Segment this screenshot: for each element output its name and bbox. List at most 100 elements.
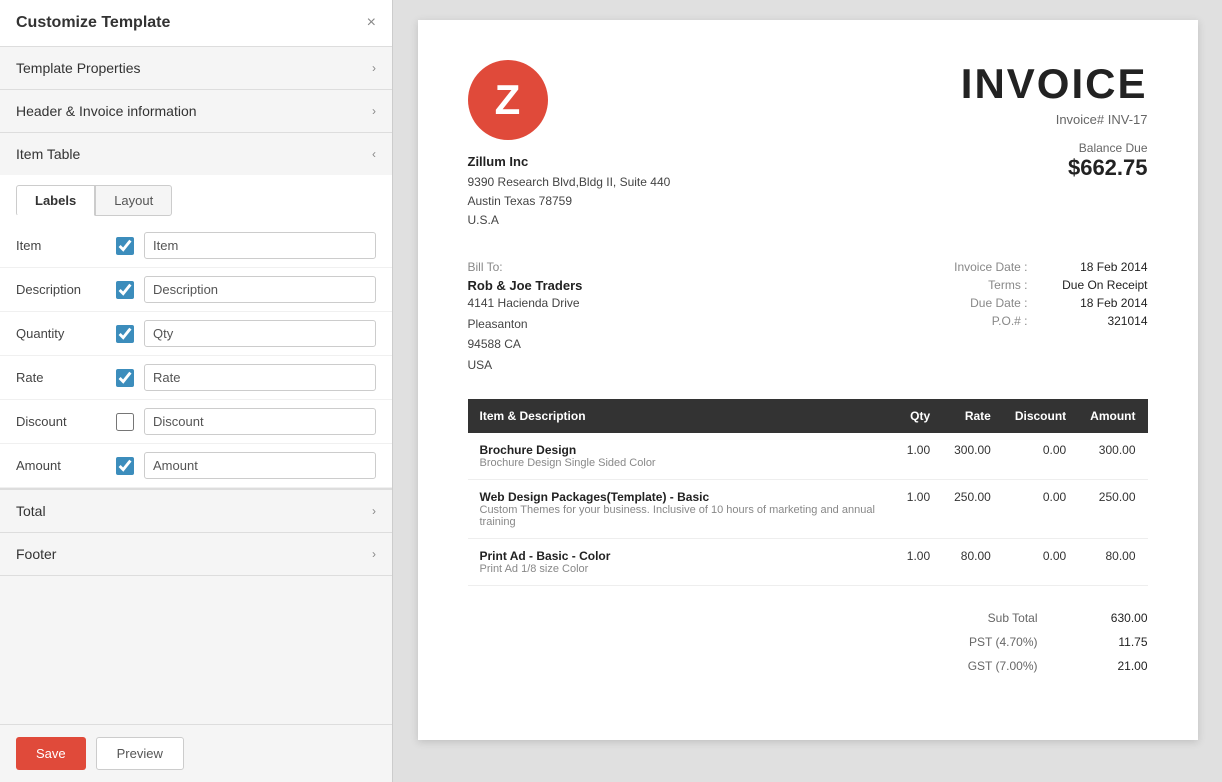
item-description: Print Ad 1/8 size Color	[480, 563, 883, 575]
meta-value: 18 Feb 2014	[1048, 296, 1148, 310]
item-qty: 1.00	[895, 479, 942, 538]
col-header-discount: Discount	[1003, 399, 1078, 433]
field-row-quantity: Quantity	[0, 312, 392, 356]
col-header-rate: Rate	[942, 399, 1003, 433]
checkbox-amount[interactable]	[116, 457, 134, 475]
item-qty: 1.00	[895, 538, 942, 585]
table-body: Brochure Design Brochure Design Single S…	[468, 433, 1148, 586]
field-label-quantity: Quantity	[16, 326, 106, 341]
invoice-title-block: INVOICE Invoice# INV-17 Balance Due $662…	[961, 60, 1148, 181]
invoice-title: INVOICE	[961, 60, 1148, 108]
accordion-label-template-properties: Template Properties	[16, 60, 141, 76]
meta-row: Due Date : 18 Feb 2014	[954, 296, 1147, 310]
checkbox-description[interactable]	[116, 281, 134, 299]
bill-address1: 4141 Hacienda Drive	[468, 293, 583, 313]
input-item[interactable]	[144, 232, 376, 259]
tab-labels[interactable]: Labels	[16, 185, 95, 216]
save-button[interactable]: Save	[16, 737, 86, 770]
company-name: Zillum Inc	[468, 152, 671, 173]
input-discount[interactable]	[144, 408, 376, 435]
chevron-right-icon-footer: ›	[372, 547, 376, 561]
checkbox-quantity[interactable]	[116, 325, 134, 343]
invoice-top: Z Zillum Inc 9390 Research Blvd,Bldg II,…	[468, 60, 1148, 230]
table-row: Print Ad - Basic - Color Print Ad 1/8 si…	[468, 538, 1148, 585]
accordion-body-item-table: Labels Layout Item Description	[0, 175, 392, 488]
total-key: PST (4.70%)	[848, 635, 1038, 649]
bill-address2: Pleasanton	[468, 314, 583, 334]
table-row: Web Design Packages(Template) - Basic Cu…	[468, 479, 1148, 538]
total-value: 11.75	[1078, 635, 1148, 649]
totals-section: Sub Total 630.00 PST (4.70%) 11.75 GST (…	[468, 606, 1148, 678]
checkbox-item[interactable]	[116, 237, 134, 255]
field-row-discount: Discount	[0, 400, 392, 444]
accordion-item-table: Item Table ‹ Labels Layout Item Descript…	[0, 133, 392, 489]
accordion-header-footer[interactable]: Footer ›	[0, 533, 392, 575]
accordion-label-header-invoice: Header & Invoice information	[16, 103, 197, 119]
meta-value: Due On Receipt	[1048, 278, 1148, 292]
meta-key: Terms :	[988, 278, 1027, 292]
meta-right: Invoice Date : 18 Feb 2014 Terms : Due On…	[954, 260, 1147, 375]
accordion-header-header-invoice[interactable]: Header & Invoice information ›	[0, 90, 392, 132]
field-label-rate: Rate	[16, 370, 106, 385]
input-rate[interactable]	[144, 364, 376, 391]
item-amount: 300.00	[1078, 433, 1147, 480]
close-button[interactable]: ×	[367, 14, 376, 32]
field-row-description: Description	[0, 268, 392, 312]
field-row-amount: Amount	[0, 444, 392, 488]
total-row: Sub Total 630.00	[848, 606, 1148, 630]
item-rate: 80.00	[942, 538, 1003, 585]
item-rate: 300.00	[942, 433, 1003, 480]
table-header: Item & Description Qty Rate Discount Amo…	[468, 399, 1148, 433]
bill-address3: 94588 CA	[468, 334, 583, 354]
accordion-total: Total ›	[0, 489, 392, 533]
accordion-footer: Footer ›	[0, 533, 392, 576]
meta-key: P.O.# :	[992, 314, 1028, 328]
company-address1: 9390 Research Blvd,Bldg II, Suite 440	[468, 173, 671, 192]
accordion-template-properties: Template Properties ›	[0, 47, 392, 90]
balance-label: Balance Due	[961, 141, 1148, 155]
bill-country: USA	[468, 355, 583, 375]
checkbox-rate[interactable]	[116, 369, 134, 387]
accordion-label-item-table: Item Table	[16, 146, 80, 162]
bill-to-label: Bill To:	[468, 260, 583, 274]
input-amount[interactable]	[144, 452, 376, 479]
table-header-row: Item & Description Qty Rate Discount Amo…	[468, 399, 1148, 433]
item-discount: 0.00	[1003, 479, 1078, 538]
preview-button[interactable]: Preview	[96, 737, 184, 770]
bill-to-address: 4141 Hacienda Drive Pleasanton 94588 CA …	[468, 293, 583, 375]
company-country: U.S.A	[468, 211, 671, 230]
table-row: Brochure Design Brochure Design Single S…	[468, 433, 1148, 480]
total-key: GST (7.00%)	[848, 659, 1038, 673]
input-quantity[interactable]	[144, 320, 376, 347]
field-label-discount: Discount	[16, 414, 106, 429]
item-rate: 250.00	[942, 479, 1003, 538]
bill-to-block: Bill To: Rob & Joe Traders 4141 Hacienda…	[468, 260, 583, 375]
item-name: Web Design Packages(Template) - Basic	[480, 490, 883, 504]
field-row-item: Item	[0, 224, 392, 268]
col-header-qty: Qty	[895, 399, 942, 433]
meta-value: 18 Feb 2014	[1048, 260, 1148, 274]
tab-layout[interactable]: Layout	[95, 185, 172, 216]
bottom-buttons: Save Preview	[0, 724, 392, 782]
item-qty: 1.00	[895, 433, 942, 480]
accordion-header-total[interactable]: Total ›	[0, 490, 392, 532]
balance-amount: $662.75	[961, 155, 1148, 181]
col-header-amount: Amount	[1078, 399, 1147, 433]
col-header-item-desc: Item & Description	[468, 399, 895, 433]
accordion-header-item-table[interactable]: Item Table ‹	[0, 133, 392, 175]
accordion-header-invoice: Header & Invoice information ›	[0, 90, 392, 133]
item-desc-cell: Web Design Packages(Template) - Basic Cu…	[468, 479, 895, 538]
item-desc-cell: Print Ad - Basic - Color Print Ad 1/8 si…	[468, 538, 895, 585]
input-description[interactable]	[144, 276, 376, 303]
field-row-rate: Rate	[0, 356, 392, 400]
fields-container: Item Description Quantity	[0, 216, 392, 488]
meta-row: P.O.# : 321014	[954, 314, 1147, 328]
item-amount: 250.00	[1078, 479, 1147, 538]
checkbox-discount[interactable]	[116, 413, 134, 431]
meta-key: Invoice Date :	[954, 260, 1027, 274]
accordion-header-template-properties[interactable]: Template Properties ›	[0, 47, 392, 89]
item-name: Brochure Design	[480, 443, 883, 457]
total-value: 630.00	[1078, 611, 1148, 625]
chevron-right-icon: ›	[372, 61, 376, 75]
field-label-item: Item	[16, 238, 106, 253]
